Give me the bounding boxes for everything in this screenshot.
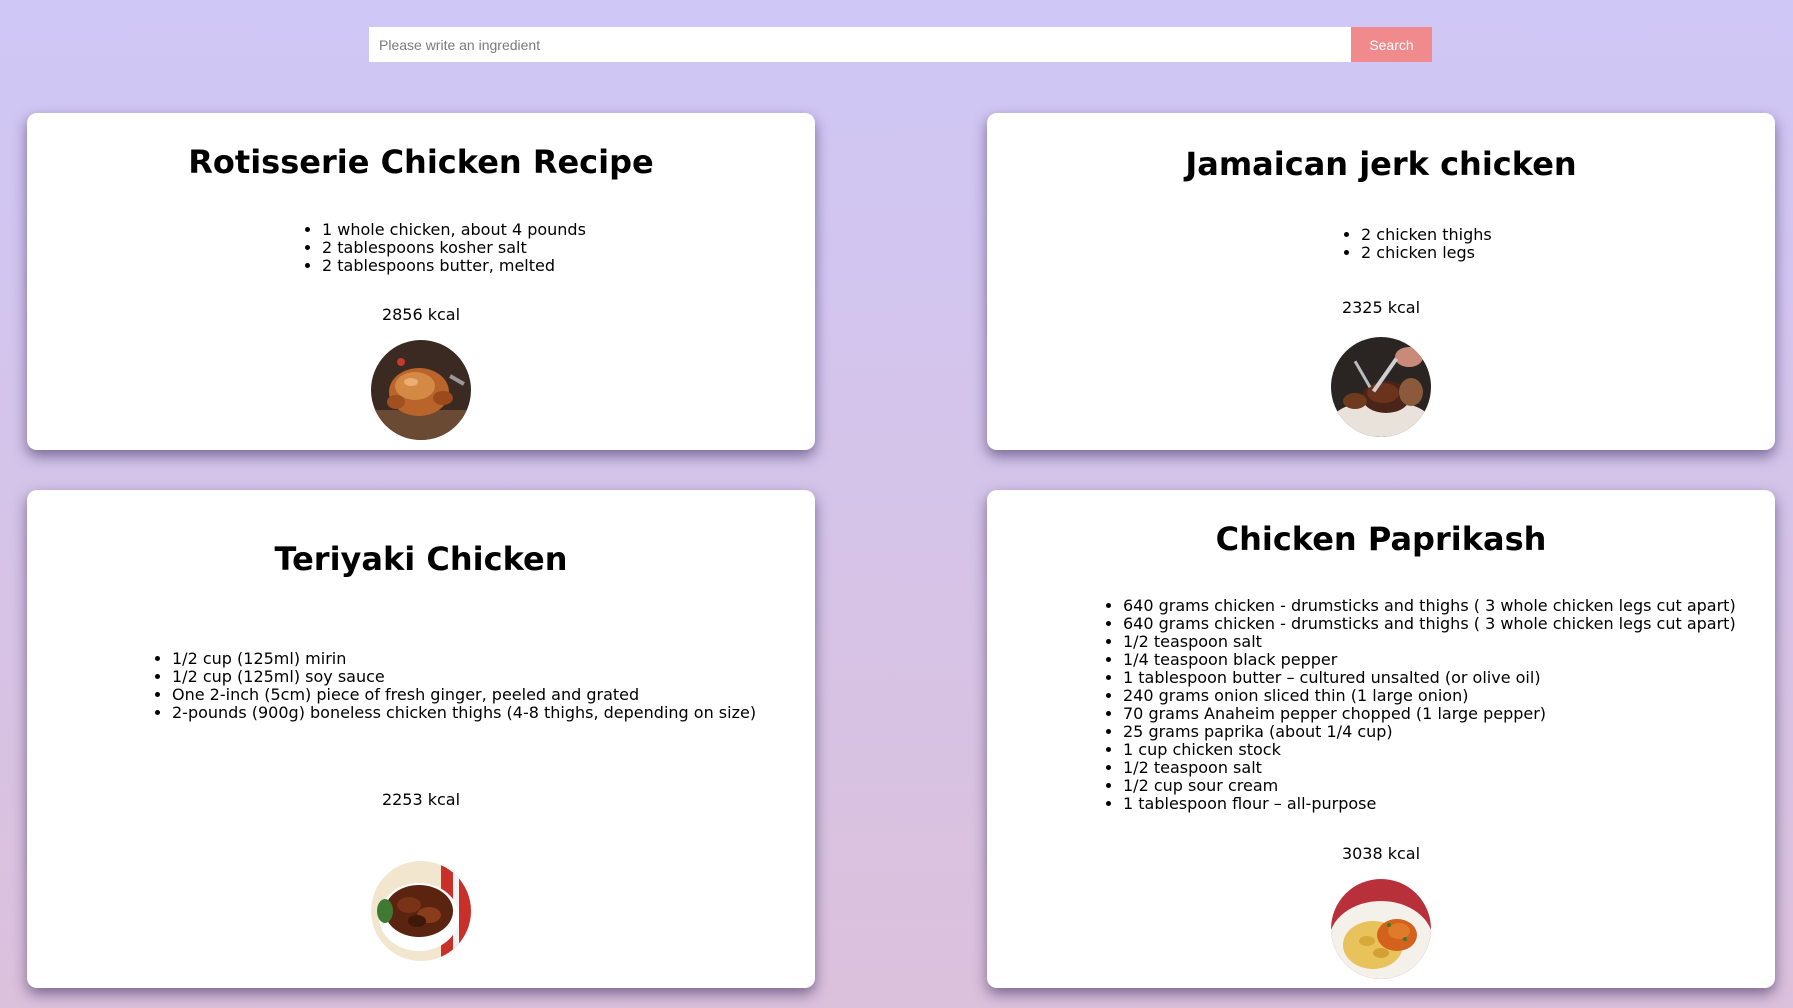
ingredient-list: 2 chicken thighs 2 chicken legs xyxy=(1339,226,1492,262)
ingredient-item: 1 whole chicken, about 4 pounds xyxy=(322,221,586,239)
ingredient-item: 1 tablespoon flour – all-purpose xyxy=(1123,795,1736,813)
recipe-title: Jamaican jerk chicken xyxy=(1185,145,1577,183)
search-button[interactable]: Search xyxy=(1351,27,1432,62)
ingredient-list: 1/2 cup (125ml) mirin 1/2 cup (125ml) so… xyxy=(150,650,756,722)
calorie-count: 2253 kcal xyxy=(381,790,461,809)
ingredient-item: 70 grams Anaheim pepper chopped (1 large… xyxy=(1123,705,1736,723)
search-bar: Search xyxy=(369,27,1432,62)
ingredient-item: 2 chicken thighs xyxy=(1361,226,1492,244)
ingredient-item: One 2-inch (5cm) piece of fresh ginger, … xyxy=(172,686,756,704)
recipe-title: Rotisserie Chicken Recipe xyxy=(188,143,654,181)
ingredient-list: 1 whole chicken, about 4 pounds 2 tables… xyxy=(300,221,586,275)
recipe-title: Teriyaki Chicken xyxy=(274,540,568,578)
ingredient-item: 2 tablespoons butter, melted xyxy=(322,257,586,275)
recipe-card: Jamaican jerk chicken 2 chicken thighs 2… xyxy=(987,113,1775,450)
rotisserie-chicken-photo xyxy=(371,340,471,440)
calorie-count: 2856 kcal xyxy=(381,305,461,324)
recipe-card: Teriyaki Chicken 1/2 cup (125ml) mirin 1… xyxy=(27,490,815,988)
calorie-count: 2325 kcal xyxy=(1341,298,1421,317)
recipe-title: Chicken Paprikash xyxy=(1215,520,1547,558)
ingredient-item: 1/2 cup sour cream xyxy=(1123,777,1736,795)
ingredient-item: 1/4 teaspoon black pepper xyxy=(1123,651,1736,669)
ingredient-item: 2-pounds (900g) boneless chicken thighs … xyxy=(172,704,756,722)
ingredient-item: 640 grams chicken - drumsticks and thigh… xyxy=(1123,615,1736,633)
ingredient-item: 1/2 cup (125ml) mirin xyxy=(172,650,756,668)
ingredient-list: 640 grams chicken - drumsticks and thigh… xyxy=(1101,597,1736,813)
ingredient-item: 240 grams onion sliced thin (1 large oni… xyxy=(1123,687,1736,705)
ingredient-item: 1/2 teaspoon salt xyxy=(1123,633,1736,651)
ingredient-item: 640 grams chicken - drumsticks and thigh… xyxy=(1123,597,1736,615)
ingredient-item: 2 tablespoons kosher salt xyxy=(322,239,586,257)
ingredient-item: 1/2 cup (125ml) soy sauce xyxy=(172,668,756,686)
chicken-paprikash-photo xyxy=(1331,879,1431,979)
recipe-card: Rotisserie Chicken Recipe 1 whole chicke… xyxy=(27,113,815,450)
jerk-chicken-photo xyxy=(1331,337,1431,437)
ingredient-item: 2 chicken legs xyxy=(1361,244,1492,262)
ingredient-item: 1 cup chicken stock xyxy=(1123,741,1736,759)
ingredient-search-input[interactable] xyxy=(369,27,1351,62)
ingredient-item: 1/2 teaspoon salt xyxy=(1123,759,1736,777)
calorie-count: 3038 kcal xyxy=(1341,844,1421,863)
recipe-card: Chicken Paprikash 640 grams chicken - dr… xyxy=(987,490,1775,988)
ingredient-item: 25 grams paprika (about 1/4 cup) xyxy=(1123,723,1736,741)
ingredient-item: 1 tablespoon butter – cultured unsalted … xyxy=(1123,669,1736,687)
teriyaki-chicken-photo xyxy=(371,861,471,961)
